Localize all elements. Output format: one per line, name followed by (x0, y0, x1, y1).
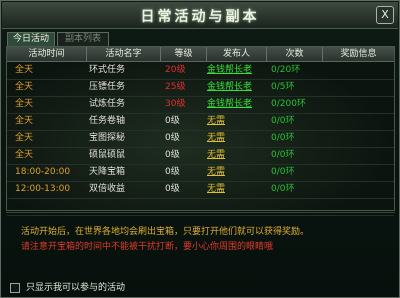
row-time: 全天 (15, 116, 34, 126)
row-level: 20级 (165, 65, 186, 75)
row-count: 0/0环 (271, 133, 295, 143)
table-row[interactable]: 18:00-20:00 天降宝箱 0级 无需 0/0环 (7, 164, 394, 182)
row-count: 0/0环 (271, 150, 295, 160)
row-name: 环式任务 (89, 65, 126, 75)
row-name: 宝图探秘 (89, 133, 126, 143)
row-level: 0级 (165, 184, 180, 194)
divider (6, 212, 395, 213)
row-count: 0/20环 (271, 65, 301, 75)
row-publisher[interactable]: 金钱帮长老 (207, 62, 259, 79)
header-publisher[interactable]: 发布人 (207, 47, 267, 61)
row-count: 0/0环 (271, 116, 295, 126)
title-bar: 日常活动与副本 X (2, 2, 398, 29)
header-time[interactable]: 活动时间 (7, 47, 87, 61)
row-publisher[interactable]: 无需 (207, 181, 259, 198)
activity-window: 日常活动与副本 X 今日活动 副本列表 活动时间 活动名字 等级 发布人 次数 … (0, 0, 400, 298)
row-level: 0级 (165, 116, 180, 126)
row-time: 全天 (15, 82, 34, 92)
row-time: 全天 (15, 65, 34, 75)
table-row[interactable]: 全天 环式任务 20级 金钱帮长老 0/20环 (7, 62, 394, 80)
table-row[interactable]: 12:00-13:00 双倍收益 0级 无需 0/0环 (7, 181, 394, 199)
row-name: 压镖任务 (89, 82, 126, 92)
header-name[interactable]: 活动名字 (87, 47, 161, 61)
row-level: 0级 (165, 150, 180, 160)
row-publisher[interactable]: 金钱帮长老 (207, 79, 259, 96)
row-level: 0级 (165, 133, 180, 143)
description-line-2: 请注意开宝箱的时间中不能被干扰打断，要小心你周围的眼睛哦 (21, 242, 274, 252)
header-count[interactable]: 次数 (267, 47, 323, 61)
row-name: 硕鼠硕鼠 (89, 150, 126, 160)
row-publisher[interactable]: 无需 (207, 113, 259, 130)
table-row[interactable]: 全天 任务卷轴 0级 无需 0/0环 (7, 113, 394, 131)
header-level[interactable]: 等级 (161, 47, 207, 61)
row-name: 试炼任务 (89, 99, 126, 109)
window-title: 日常活动与副本 (140, 9, 260, 25)
close-button[interactable]: X (376, 6, 394, 24)
row-name: 任务卷轴 (89, 116, 126, 126)
row-time: 全天 (15, 133, 34, 143)
table-row[interactable] (7, 198, 394, 216)
row-level: 25级 (165, 82, 186, 92)
row-publisher[interactable]: 无需 (207, 130, 259, 147)
row-time: 12:00-13:00 (15, 184, 71, 194)
row-time: 18:00-20:00 (15, 167, 71, 177)
row-time: 全天 (15, 99, 34, 109)
tab-today-activities[interactable]: 今日活动 (7, 32, 55, 46)
show-eligible-only-label[interactable]: 只显示我可以参与的活动 (26, 282, 125, 294)
close-icon: X (381, 8, 389, 21)
header-reward[interactable]: 奖励信息 (323, 47, 394, 61)
row-level: 30级 (165, 99, 186, 109)
show-eligible-only-checkbox[interactable] (10, 283, 20, 293)
row-time: 全天 (15, 150, 34, 160)
row-publisher[interactable]: 金钱帮长老 (207, 96, 259, 113)
table-row[interactable]: 全天 压镖任务 25级 金钱帮长老 0/5环 (7, 79, 394, 97)
table-row[interactable]: 全天 硕鼠硕鼠 0级 无需 0/0环 (7, 147, 394, 165)
description-line-1: 活动开始后，在世界各地均会刷出宝箱，只要打开他们就可以获得奖励。 (21, 227, 310, 237)
table-row[interactable]: 全天 试炼任务 30级 金钱帮长老 0/200环 (7, 96, 394, 114)
row-count: 0/0环 (271, 167, 295, 177)
row-count: 0/0环 (271, 184, 295, 194)
table-row[interactable]: 全天 宝图探秘 0级 无需 0/0环 (7, 130, 394, 148)
row-publisher[interactable]: 无需 (207, 164, 259, 181)
row-name: 天降宝箱 (89, 167, 126, 177)
row-publisher[interactable]: 无需 (207, 147, 259, 164)
row-count: 0/5环 (271, 82, 295, 92)
tab-dungeon-list[interactable]: 副本列表 (57, 32, 109, 46)
table-header: 活动时间 活动名字 等级 发布人 次数 奖励信息 (7, 47, 394, 62)
row-level: 0级 (165, 167, 180, 177)
activity-table: 活动时间 活动名字 等级 发布人 次数 奖励信息 全天 环式任务 20级 金钱帮长老 0… (6, 46, 395, 216)
row-count: 0/200环 (271, 99, 306, 109)
row-name: 双倍收益 (89, 184, 126, 194)
